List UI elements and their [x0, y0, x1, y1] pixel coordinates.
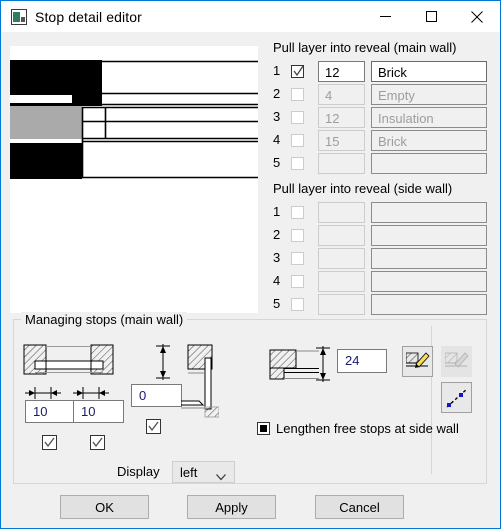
layer-thickness-input[interactable]: [318, 225, 365, 246]
chevron-down-icon: [216, 469, 226, 484]
layer-name-input[interactable]: [371, 294, 487, 315]
managing-stops-label: Managing stops (main wall): [21, 312, 188, 327]
height-dimension-icon: [316, 346, 330, 382]
row-number: 2: [273, 86, 281, 101]
layer-checkbox[interactable]: [291, 157, 304, 170]
polyline-button[interactable]: [441, 382, 472, 413]
row-number: 5: [273, 155, 281, 170]
height-input[interactable]: 24: [337, 349, 387, 373]
layer-checkbox[interactable]: [291, 252, 304, 265]
display-dropdown[interactable]: left: [172, 461, 235, 483]
layer-name-input[interactable]: [371, 225, 487, 246]
layer-row: 4: [273, 271, 487, 293]
caption-buttons: [362, 1, 500, 32]
lengthen-free-stops-label: Lengthen free stops at side wall: [276, 421, 459, 436]
lengthen-free-stops-checkbox[interactable]: [257, 422, 270, 435]
layer-row: 5: [273, 153, 487, 175]
layer-checkbox[interactable]: [291, 65, 304, 78]
row-number: 3: [273, 250, 281, 265]
app-icon: [11, 8, 27, 25]
side-wall-title: Pull layer into reveal (side wall): [273, 181, 453, 196]
layer-checkbox[interactable]: [291, 298, 304, 311]
row-number: 4: [273, 273, 281, 288]
layer-row: 2: [273, 225, 487, 247]
layer-checkbox[interactable]: [291, 111, 304, 124]
offset-checkbox[interactable]: [146, 419, 161, 434]
polyline-icon: [446, 387, 467, 408]
layer-thickness-input[interactable]: [318, 248, 365, 269]
row-number: 2: [273, 227, 281, 242]
display-value: left: [180, 464, 198, 480]
edit-stop-button[interactable]: [402, 346, 433, 377]
cancel-button[interactable]: Cancel: [315, 495, 404, 519]
layer-row: 3 12 Insulation: [273, 107, 487, 129]
layer-thickness-input[interactable]: 15: [318, 130, 365, 151]
layer-checkbox[interactable]: [291, 229, 304, 242]
layer-checkbox[interactable]: [291, 206, 304, 219]
layer-thickness-input[interactable]: [318, 271, 365, 292]
maximize-button[interactable]: [408, 1, 454, 32]
layer-name-input[interactable]: [371, 248, 487, 269]
layer-row: 4 15 Brick: [273, 130, 487, 152]
display-label: Display: [117, 464, 160, 479]
offset-dimension-icon: [156, 344, 170, 380]
layer-thickness-input[interactable]: [318, 153, 365, 174]
stop-detail-editor-window: Stop detail editor Pull layer into revea…: [0, 0, 501, 529]
row-number: 3: [273, 109, 281, 124]
layer-row: 1: [273, 202, 487, 224]
wall-section-preview[interactable]: [10, 46, 258, 313]
check-icon: [293, 65, 304, 78]
edit-stop-icon: [405, 351, 430, 368]
layer-name-input[interactable]: Brick: [371, 61, 487, 82]
main-wall-title: Pull layer into reveal (main wall): [273, 40, 457, 55]
preview-drawing: [10, 46, 258, 313]
jamb-detail-diagram: [181, 344, 219, 418]
layer-checkbox[interactable]: [291, 134, 304, 147]
layer-name-input[interactable]: Brick: [371, 130, 487, 151]
layer-checkbox[interactable]: [291, 88, 304, 101]
right-width-input[interactable]: 10: [73, 400, 124, 423]
layer-name-input[interactable]: Empty: [371, 84, 487, 105]
layer-name-input[interactable]: [371, 153, 487, 174]
offset-input[interactable]: 0: [131, 384, 182, 407]
layer-thickness-input[interactable]: [318, 294, 365, 315]
layer-thickness-input[interactable]: 4: [318, 84, 365, 105]
row-number: 1: [273, 63, 281, 78]
layer-thickness-input[interactable]: [318, 202, 365, 223]
stop-height-diagram: [269, 349, 319, 380]
minimize-button[interactable]: [362, 1, 408, 32]
row-number: 1: [273, 204, 281, 219]
close-button[interactable]: [454, 1, 500, 32]
layer-row: 1 12 Brick: [273, 61, 487, 83]
layer-name-input[interactable]: [371, 202, 487, 223]
layer-row: 3: [273, 248, 487, 270]
row-number: 4: [273, 132, 281, 147]
window-title: Stop detail editor: [35, 8, 142, 25]
title-bar: Stop detail editor: [1, 1, 500, 32]
left-width-input[interactable]: 10: [25, 400, 76, 423]
remove-stop-icon: [444, 351, 469, 368]
row-number: 5: [273, 296, 281, 311]
layer-name-input[interactable]: [371, 271, 487, 292]
layer-thickness-input[interactable]: 12: [318, 61, 365, 82]
ok-button[interactable]: OK: [60, 495, 149, 519]
layer-row: 5: [273, 294, 487, 316]
right-width-checkbox[interactable]: [90, 435, 105, 450]
remove-stop-button: [441, 346, 472, 377]
layer-checkbox[interactable]: [291, 275, 304, 288]
layer-name-input[interactable]: Insulation: [371, 107, 487, 128]
layer-row: 2 4 Empty: [273, 84, 487, 106]
opening-section-diagram: [23, 344, 114, 375]
right-width-dimension-icon: [73, 387, 109, 399]
left-width-checkbox[interactable]: [42, 435, 57, 450]
left-width-dimension-icon: [25, 387, 61, 399]
layer-thickness-input[interactable]: 12: [318, 107, 365, 128]
apply-button[interactable]: Apply: [187, 495, 276, 519]
